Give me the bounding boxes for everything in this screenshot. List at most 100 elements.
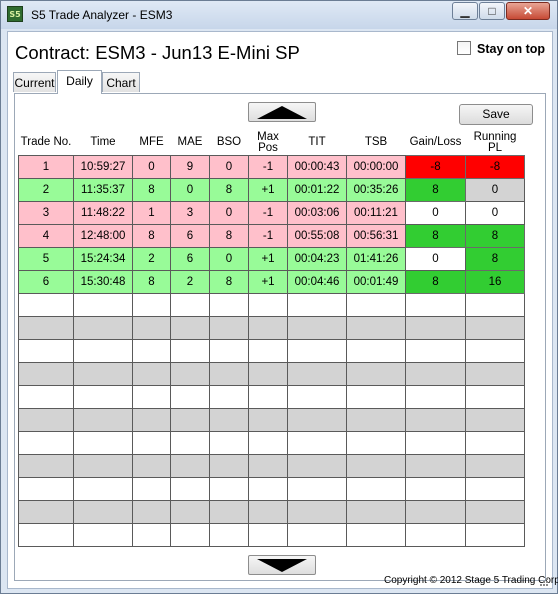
close-icon: ✕ xyxy=(522,4,534,18)
tab-chart[interactable]: Chart xyxy=(102,72,140,92)
table-cell: 11:48:22 xyxy=(73,201,133,225)
table-cell: 00:00:00 xyxy=(346,155,406,179)
stay-on-top-label: Stay on top xyxy=(477,42,546,56)
table-cell: 2 xyxy=(18,178,74,202)
table-row[interactable]: 4 12:48:00 8 6 8 -1 00:55:08 00:56:31 8 8 xyxy=(18,224,525,248)
table-cell xyxy=(73,316,133,340)
empty-row[interactable] xyxy=(18,523,525,547)
table-cell xyxy=(287,500,347,524)
table-cell xyxy=(170,293,210,317)
table-cell xyxy=(465,523,525,547)
column-header: Trade No. xyxy=(20,136,72,148)
table-cell xyxy=(18,385,74,409)
minimize-button[interactable]: ▁ xyxy=(452,2,478,20)
table-cell: 6 xyxy=(170,224,210,248)
table-cell xyxy=(73,500,133,524)
table-row[interactable]: 2 11:35:37 8 0 8 +1 00:01:22 00:35:26 8 0 xyxy=(18,178,525,202)
table-cell xyxy=(248,339,288,363)
table-cell: 8 xyxy=(209,224,249,248)
close-button[interactable]: ✕ xyxy=(506,2,550,20)
tab-current[interactable]: Current xyxy=(13,72,56,92)
table-cell: 3 xyxy=(18,201,74,225)
table-cell xyxy=(18,339,74,363)
table-cell xyxy=(18,293,74,317)
resize-grip-icon[interactable] xyxy=(538,576,548,586)
table-cell xyxy=(248,477,288,501)
table-cell: 6 xyxy=(170,247,210,271)
tab-daily[interactable]: Daily xyxy=(57,70,102,94)
empty-row[interactable] xyxy=(18,293,525,317)
table-cell: 11:35:37 xyxy=(73,178,133,202)
table-cell: 15:30:48 xyxy=(73,270,133,294)
empty-row[interactable] xyxy=(18,431,525,455)
table-cell: 8 xyxy=(209,270,249,294)
empty-row[interactable] xyxy=(18,385,525,409)
table-cell: 0 xyxy=(465,201,525,225)
empty-row[interactable] xyxy=(18,408,525,432)
table-cell xyxy=(346,339,406,363)
table-cell xyxy=(287,362,347,386)
trades-table: Trade No. Time MFE MAE BSO Max Pos TIT TSB Gain/L… xyxy=(18,130,525,547)
table-cell xyxy=(170,408,210,432)
empty-row[interactable] xyxy=(18,477,525,501)
table-cell xyxy=(465,454,525,478)
table-cell: 2 xyxy=(170,270,210,294)
save-button[interactable]: Save xyxy=(459,104,533,125)
table-cell xyxy=(248,454,288,478)
table-cell xyxy=(170,523,210,547)
table-cell xyxy=(170,454,210,478)
table-cell xyxy=(287,408,347,432)
scroll-up-button[interactable] xyxy=(248,102,316,122)
table-cell xyxy=(287,339,347,363)
empty-row[interactable] xyxy=(18,500,525,524)
column-header: MFE xyxy=(139,136,164,148)
table-cell xyxy=(73,454,133,478)
table-cell xyxy=(170,316,210,340)
title-bar[interactable]: S5 S5 Trade Analyzer - ESM3 ▁ □ ✕ xyxy=(1,1,557,29)
table-cell xyxy=(132,316,171,340)
table-cell: 0 xyxy=(170,178,210,202)
app-icon: S5 xyxy=(7,6,23,22)
empty-row[interactable] xyxy=(18,339,525,363)
column-header: BSO xyxy=(216,136,242,148)
table-cell: +1 xyxy=(248,270,288,294)
table-row[interactable]: 5 15:24:34 2 6 0 +1 00:04:23 01:41:26 0 8 xyxy=(18,247,525,271)
table-cell: 0 xyxy=(209,247,249,271)
table-cell xyxy=(287,477,347,501)
table-cell xyxy=(209,431,249,455)
table-cell xyxy=(209,385,249,409)
table-cell: 8 xyxy=(465,247,525,271)
column-header: TIT xyxy=(308,136,326,148)
column-header: Running PL xyxy=(473,130,517,154)
table-cell xyxy=(132,500,171,524)
table-cell xyxy=(405,500,466,524)
empty-row[interactable] xyxy=(18,454,525,478)
table-cell xyxy=(209,454,249,478)
table-cell: 16 xyxy=(465,270,525,294)
table-row[interactable]: 1 10:59:27 0 9 0 -1 00:00:43 00:00:00 -8 -8 xyxy=(18,155,525,179)
table-cell xyxy=(73,339,133,363)
table-cell xyxy=(18,431,74,455)
scroll-down-button[interactable] xyxy=(248,555,316,575)
table-cell xyxy=(18,477,74,501)
table-cell xyxy=(132,477,171,501)
table-cell: 5 xyxy=(18,247,74,271)
table-cell xyxy=(209,316,249,340)
table-cell xyxy=(132,362,171,386)
window-title: S5 Trade Analyzer - ESM3 xyxy=(31,8,173,22)
table-cell: 00:00:43 xyxy=(287,155,347,179)
stay-on-top-checkbox[interactable] xyxy=(457,41,471,55)
empty-row[interactable] xyxy=(18,316,525,340)
minimize-icon: ▁ xyxy=(460,4,470,18)
stay-on-top-toggle[interactable]: Stay on top xyxy=(457,41,545,56)
table-cell xyxy=(346,385,406,409)
table-row[interactable]: 3 11:48:22 1 3 0 -1 00:03:06 00:11:21 0 0 xyxy=(18,201,525,225)
maximize-button[interactable]: □ xyxy=(479,2,505,20)
table-cell: 00:03:06 xyxy=(287,201,347,225)
table-cell xyxy=(346,362,406,386)
table-row[interactable]: 6 15:30:48 8 2 8 +1 00:04:46 00:01:49 8 16 xyxy=(18,270,525,294)
table-cell xyxy=(405,431,466,455)
table-cell xyxy=(132,523,171,547)
empty-row[interactable] xyxy=(18,362,525,386)
table-cell: -1 xyxy=(248,224,288,248)
